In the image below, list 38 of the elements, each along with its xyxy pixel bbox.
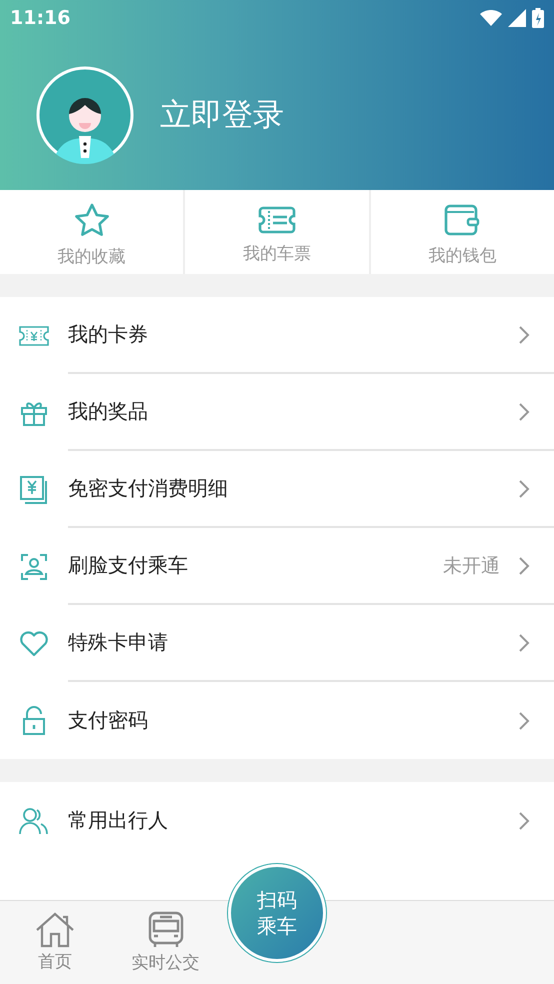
star-icon [74, 202, 110, 236]
lock-icon [22, 706, 46, 736]
menu-label: 支付密码 [68, 707, 149, 734]
menu-label: 我的奖品 [68, 398, 149, 425]
signal-icon [508, 9, 526, 27]
chevron-right-icon [518, 710, 530, 730]
status-text: 未开通 [443, 554, 500, 578]
menu-label: 特殊卡申请 [68, 629, 169, 656]
chevron-right-icon [518, 556, 530, 576]
avatar-icon[interactable] [36, 66, 134, 164]
chevron-right-icon [518, 324, 530, 344]
menu-row[interactable]: 特殊卡申请 [0, 605, 554, 682]
people-icon [19, 806, 49, 834]
chevron-right-icon [518, 402, 530, 422]
menu-row[interactable]: 我的卡券 [0, 297, 554, 374]
heart-icon [19, 630, 49, 656]
wallet-icon [444, 204, 480, 236]
coupon-icon [19, 326, 49, 346]
menu-row[interactable]: 我的奖品 [0, 374, 554, 451]
home-icon [35, 912, 75, 948]
menu-row[interactable]: 刷脸支付乘车 未开通 [0, 528, 554, 605]
ticket-icon [258, 206, 296, 234]
chevron-right-icon [518, 810, 530, 830]
scan-ride-button[interactable]: 扫码乘车 [228, 864, 326, 962]
menu-label: 我的卡券 [68, 321, 149, 348]
menu-row[interactable]: 支付密码 [0, 682, 554, 759]
chevron-right-icon [518, 632, 530, 652]
status-time: 11:16 [10, 7, 72, 29]
chevron-right-icon [518, 478, 530, 498]
menu-label: 常用出行人 [68, 807, 169, 834]
receipt-icon [19, 474, 49, 504]
bus-icon [146, 911, 184, 949]
menu-label: 免密支付消费明细 [68, 475, 229, 502]
wifi-icon [480, 10, 502, 26]
menu-label: 刷脸支付乘车 [68, 552, 189, 579]
battery-icon [532, 8, 544, 28]
menu-row[interactable]: 免密支付消费明细 [0, 451, 554, 528]
face-scan-icon [20, 552, 48, 580]
